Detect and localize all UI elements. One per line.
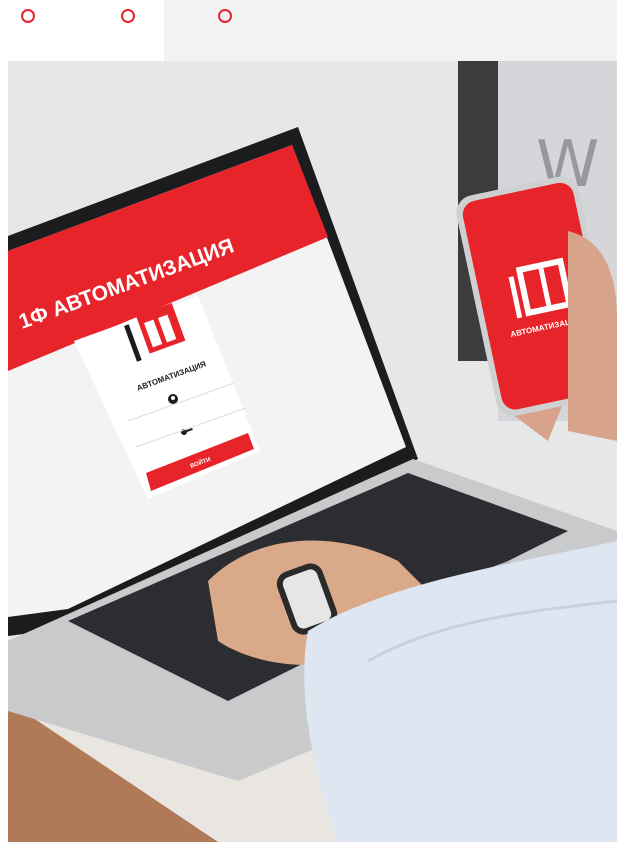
user-icon xyxy=(168,394,178,404)
tab-3-radio[interactable] xyxy=(218,9,232,23)
hero-illustration: W 1Ф АВТОМАТИЗАЦИЯ АВТОМАТИЗАЦИЯ ВОЙТИ А… xyxy=(8,61,617,842)
tab-strip xyxy=(0,0,617,61)
page: W 1Ф АВТОМАТИЗАЦИЯ АВТОМАТИЗАЦИЯ ВОЙТИ А… xyxy=(0,0,617,842)
hero-photo: W 1Ф АВТОМАТИЗАЦИЯ АВТОМАТИЗАЦИЯ ВОЙТИ А… xyxy=(8,61,617,842)
tab-1-radio[interactable] xyxy=(21,9,35,23)
tab-2-radio[interactable] xyxy=(121,9,135,23)
